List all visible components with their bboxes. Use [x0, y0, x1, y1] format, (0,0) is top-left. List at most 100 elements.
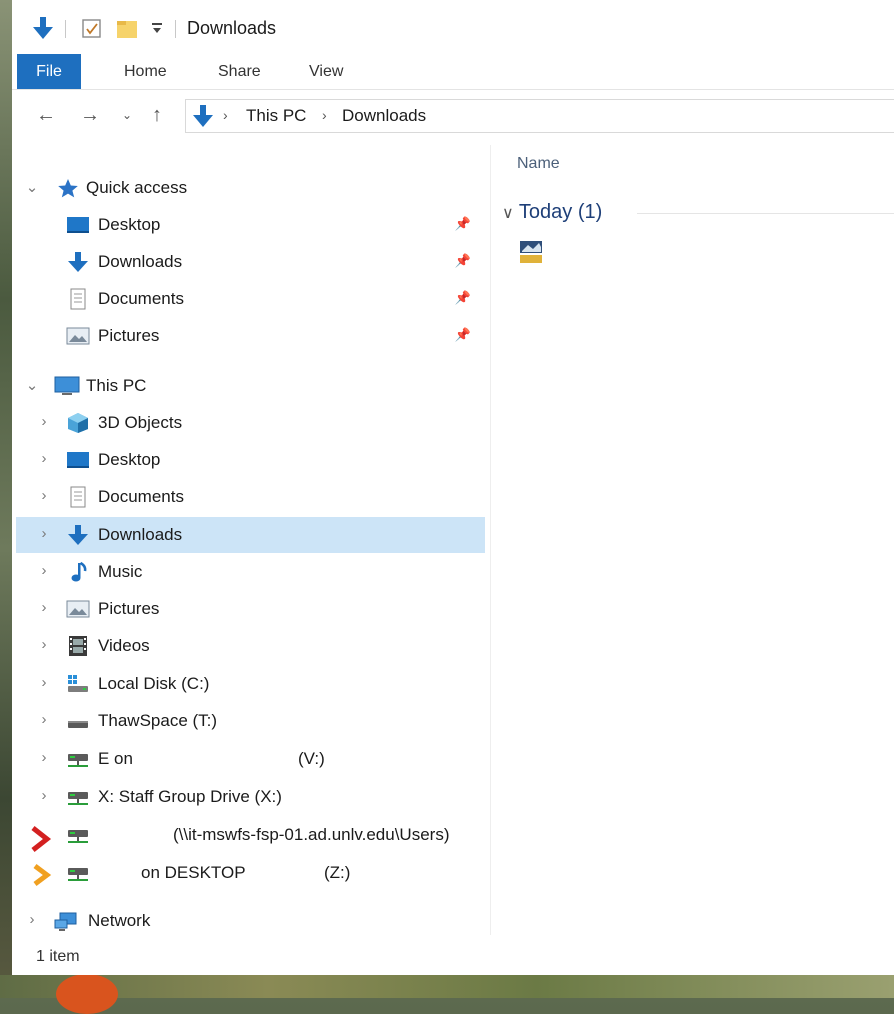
breadcrumb-downloads[interactable]: Downloads [342, 106, 426, 126]
network-drive-icon [66, 786, 90, 808]
nav-thawspace[interactable]: › ThawSpace (T:) [16, 703, 485, 739]
nav-drive-users[interactable]: (\\it-mswfs-fsp-01.ad.unlv.edu\Users) [16, 817, 485, 853]
nav-label: Documents [98, 289, 184, 308]
nav-drive-x[interactable]: › X: Staff Group Drive (X:) [16, 779, 485, 815]
breadcrumb-this-pc[interactable]: This PC [246, 106, 306, 126]
chevron-right-icon[interactable]: › [36, 636, 52, 653]
tab-share[interactable]: Share [218, 54, 261, 89]
desktop-background-left [0, 0, 12, 998]
red-chevron-icon [30, 825, 52, 858]
pin-icon[interactable]: 📌 [455, 327, 471, 343]
new-folder-icon[interactable] [116, 18, 138, 40]
pictures-icon [66, 325, 90, 347]
nav-label: Pictures [98, 326, 160, 345]
file-item-icon[interactable] [519, 239, 543, 265]
chevron-right-icon[interactable]: › [36, 599, 52, 616]
star-icon [56, 177, 80, 199]
nav-this-pc[interactable]: ⌄ This PC [16, 368, 485, 404]
nav-label: ThawSpace (T:) [98, 711, 218, 730]
chevron-down-icon[interactable]: ⌄ [24, 178, 40, 196]
ribbon-divider [12, 89, 894, 90]
chevron-right-icon[interactable]: › [36, 525, 52, 542]
navigation-pane: ⌄ Quick access Desktop 📌 Downloads 📌 Doc… [12, 145, 490, 935]
nav-label: Downloads [98, 525, 183, 544]
up-button[interactable]: ↑ [152, 104, 162, 127]
forward-button[interactable]: → [80, 104, 100, 127]
nav-label: Local Disk (C:) [98, 674, 210, 693]
pin-icon[interactable]: 📌 [455, 216, 471, 232]
nav-label: Quick access [86, 178, 188, 197]
nav-qa-downloads[interactable]: Downloads 📌 [16, 244, 485, 280]
chevron-right-icon[interactable]: › [24, 911, 40, 928]
nav-drive-z[interactable]: on DESKTOP (Z:) [16, 855, 485, 891]
back-button[interactable]: ← [36, 104, 56, 127]
nav-network[interactable]: › Network [16, 903, 485, 939]
file-explorer-window: Downloads File Home Share View ← → ⌄ ↑ ›… [12, 0, 894, 975]
nav-quick-access[interactable]: ⌄ Quick access [16, 170, 485, 206]
group-header-today[interactable]: ∨ Today (1) [502, 201, 602, 224]
nav-label: This PC [86, 376, 147, 395]
title-bar: Downloads [12, 0, 894, 54]
nav-pictures[interactable]: › Pictures [16, 591, 485, 627]
nav-label: Desktop [98, 215, 161, 234]
column-header-name[interactable]: Name [517, 155, 560, 173]
drive-icon [66, 710, 90, 732]
network-icon [54, 910, 78, 932]
chevron-right-icon[interactable]: › [36, 413, 52, 430]
properties-icon[interactable] [82, 19, 102, 39]
tab-view[interactable]: View [309, 54, 343, 89]
downloads-location-icon [192, 104, 214, 133]
nav-3d-objects[interactable]: › 3D Objects [16, 405, 485, 441]
tab-file[interactable]: File [17, 54, 81, 89]
chevron-right-icon[interactable]: › [36, 787, 52, 804]
window-title: Downloads [187, 18, 277, 38]
nav-desktop[interactable]: › Desktop [16, 442, 485, 478]
downloads-icon [66, 524, 90, 546]
network-drive-icon [66, 748, 90, 770]
chevron-right-icon[interactable]: › [36, 487, 52, 504]
nav-videos[interactable]: › Videos [16, 628, 485, 664]
network-drive-icon [66, 862, 90, 884]
nav-documents[interactable]: › Documents [16, 479, 485, 515]
nav-qa-pictures[interactable]: Pictures 📌 [16, 318, 485, 354]
tab-home[interactable]: Home [124, 54, 167, 89]
document-icon [66, 288, 90, 310]
downloads-arrow-icon [32, 16, 54, 40]
nav-local-disk[interactable]: › Local Disk (C:) [16, 666, 485, 702]
film-icon [66, 635, 90, 657]
nav-label: E on [98, 749, 133, 768]
document-icon [66, 486, 90, 508]
windows-drive-icon [66, 673, 90, 695]
pin-icon[interactable]: 📌 [455, 290, 471, 306]
chevron-right-icon[interactable]: › [36, 450, 52, 467]
recent-locations-button[interactable]: ⌄ [122, 108, 132, 122]
customize-toolbar-icon[interactable] [151, 20, 163, 36]
group-label: Today (1) [518, 201, 603, 223]
desktop-icon [66, 449, 90, 471]
chevron-right-icon[interactable]: › [36, 674, 52, 691]
ribbon-tabs: File Home Share View [12, 54, 894, 89]
desktop-background-bottom [0, 975, 894, 998]
nav-label: Music [98, 562, 143, 581]
pane-divider[interactable] [490, 145, 491, 935]
breadcrumb-separator-icon[interactable]: › [223, 107, 228, 123]
address-bar[interactable]: › This PC › Downloads [185, 99, 894, 133]
chevron-right-icon[interactable]: › [36, 711, 52, 728]
chevron-right-icon[interactable]: › [36, 562, 52, 579]
pictures-icon [66, 598, 90, 620]
nav-label-letter: (Z:) [324, 863, 351, 882]
nav-drive-v[interactable]: › E on (V:) [16, 741, 485, 777]
chevron-right-icon[interactable]: › [36, 749, 52, 766]
title-separator [65, 20, 66, 38]
breadcrumb-separator-icon-2[interactable]: › [322, 107, 327, 123]
pin-icon[interactable]: 📌 [455, 253, 471, 269]
nav-music[interactable]: › Music [16, 554, 485, 590]
nav-label: on DESKTOP [141, 863, 246, 882]
chevron-down-icon[interactable]: ⌄ [24, 376, 40, 394]
nav-label: X: Staff Group Drive (X:) [98, 787, 282, 806]
nav-downloads[interactable]: › Downloads [16, 517, 485, 553]
nav-qa-documents[interactable]: Documents 📌 [16, 281, 485, 317]
nav-label: (\\it-mswfs-fsp-01.ad.unlv.edu\Users) [173, 825, 450, 844]
nav-qa-desktop[interactable]: Desktop 📌 [16, 207, 485, 243]
nav-label: Documents [98, 487, 184, 506]
